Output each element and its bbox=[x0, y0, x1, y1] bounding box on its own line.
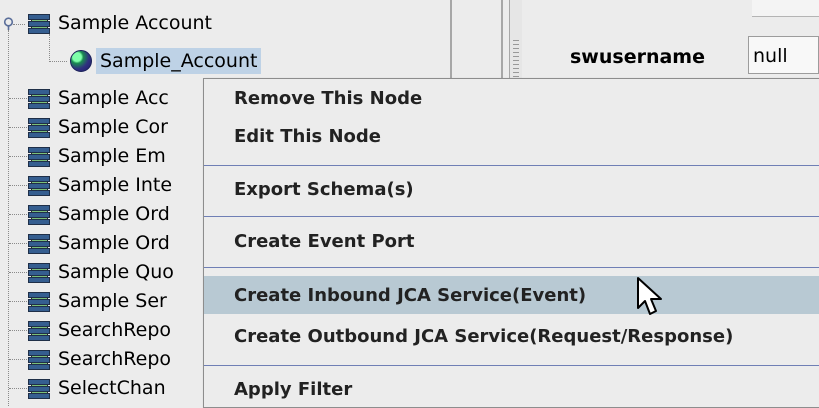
package-icon bbox=[28, 378, 50, 399]
tree-node[interactable]: SearchRepo bbox=[28, 315, 175, 345]
menu-separator bbox=[204, 365, 819, 366]
package-icon bbox=[28, 262, 50, 283]
tree-node-label: SelectChan bbox=[58, 377, 166, 399]
menu-item-edit-node[interactable]: Edit This Node bbox=[204, 117, 819, 155]
tree-node-label: SearchRepo bbox=[58, 348, 171, 370]
tree-node-label: Sample Ord bbox=[58, 232, 170, 254]
menu-item-create-event-port[interactable]: Create Event Port bbox=[204, 222, 819, 260]
tree-node[interactable]: Sample Cor bbox=[28, 112, 172, 142]
tree-node-label: Sample Em bbox=[58, 145, 166, 167]
tree-node-selected[interactable]: Sample_Account bbox=[70, 46, 262, 76]
menu-item-export-schema[interactable]: Export Schema(s) bbox=[204, 170, 819, 208]
tree-node-label: Sample_Account bbox=[96, 48, 262, 74]
package-icon bbox=[28, 349, 50, 370]
package-icon bbox=[28, 88, 50, 109]
tree-node-label: Sample Quo bbox=[58, 261, 174, 283]
property-label: swusername bbox=[570, 46, 705, 68]
menu-separator bbox=[204, 267, 819, 268]
tree-node[interactable]: Sample Quo bbox=[28, 257, 178, 287]
package-icon bbox=[28, 175, 50, 196]
package-icon bbox=[28, 233, 50, 254]
tree-node[interactable]: Sample Ser bbox=[28, 286, 171, 316]
package-icon bbox=[28, 291, 50, 312]
tree-node[interactable]: SearchRepo bbox=[28, 344, 175, 374]
menu-separator bbox=[204, 216, 819, 217]
menu-item-apply-filter[interactable]: Apply Filter bbox=[204, 370, 819, 408]
tree-node[interactable]: Sample Inte bbox=[28, 170, 176, 200]
tree-node[interactable]: Sample Ord bbox=[28, 228, 174, 258]
tree-node-label: Sample Ord bbox=[58, 203, 170, 225]
context-menu: Remove This Node Edit This Node Export S… bbox=[203, 78, 819, 408]
package-icon bbox=[28, 146, 50, 167]
package-icon bbox=[28, 13, 50, 34]
menu-item-create-inbound-jca[interactable]: Create Inbound JCA Service(Event) bbox=[204, 276, 819, 314]
menu-item-create-outbound-jca[interactable]: Create Outbound JCA Service(Request/Resp… bbox=[204, 317, 819, 355]
object-orb-icon bbox=[70, 50, 92, 72]
tree-node-label: Sample Acc bbox=[58, 87, 169, 109]
tree-node[interactable]: Sample Em bbox=[28, 141, 170, 171]
tree-node-label: Sample Ser bbox=[58, 290, 167, 312]
tree-node[interactable]: SelectChan bbox=[28, 373, 170, 403]
tree-node-label: Sample Cor bbox=[58, 116, 168, 138]
package-icon bbox=[28, 204, 50, 225]
grid-cell bbox=[752, 0, 819, 17]
tree-node[interactable]: Sample Ord bbox=[28, 199, 174, 229]
tree-node-label: Sample Inte bbox=[58, 174, 173, 196]
tree-node-root[interactable]: Sample Account bbox=[28, 8, 216, 38]
menu-separator bbox=[204, 165, 819, 166]
package-icon bbox=[28, 117, 50, 138]
menu-item-remove-node[interactable]: Remove This Node bbox=[204, 79, 819, 117]
tree-node-label: SearchRepo bbox=[58, 319, 171, 341]
property-value[interactable]: null bbox=[748, 36, 819, 74]
tree-node-label: Sample Account bbox=[58, 12, 212, 34]
package-icon bbox=[28, 320, 50, 341]
tree-node[interactable]: Sample Acc bbox=[28, 83, 173, 113]
mouse-cursor-icon bbox=[637, 277, 662, 315]
